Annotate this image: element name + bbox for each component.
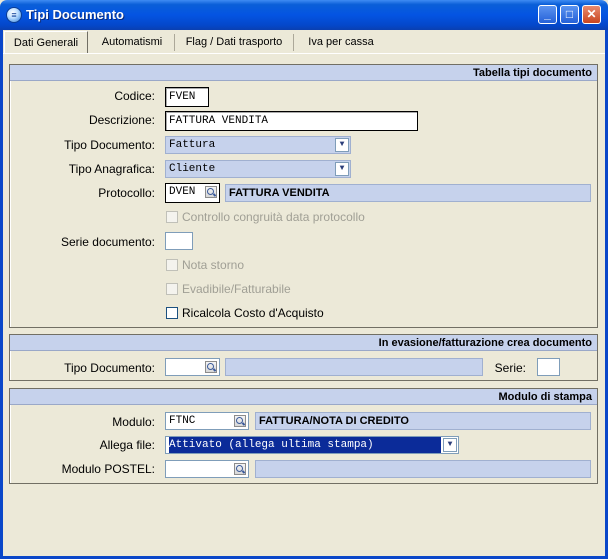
tab-dati-generali[interactable]: Dati Generali	[4, 31, 88, 53]
magnifier-icon[interactable]	[205, 361, 217, 373]
modulo-postel-description	[255, 460, 591, 478]
evasione-serie-label: Serie:	[494, 361, 526, 375]
tipo-documento-dropdown[interactable]: Fattura ▼	[165, 136, 351, 154]
magnifier-icon[interactable]	[234, 463, 246, 475]
magnifier-icon[interactable]	[205, 186, 217, 198]
tipo-documento-value: Fattura	[169, 139, 216, 151]
evasione-tipo-documento-lookup[interactable]	[165, 358, 220, 376]
window-title: Tipi Documento	[26, 7, 124, 22]
chevron-down-icon[interactable]: ▼	[443, 438, 457, 452]
modulo-label: Modulo:	[112, 415, 155, 429]
chevron-down-icon[interactable]: ▼	[335, 138, 349, 152]
maximize-button[interactable]: □	[560, 5, 579, 24]
allega-file-label: Allega file:	[99, 438, 155, 452]
modulo-postel-lookup[interactable]	[165, 460, 249, 478]
modulo-postel-label: Modulo POSTEL:	[61, 462, 155, 476]
protocollo-lookup[interactable]: DVEN	[165, 183, 220, 203]
evadibile-label: Evadibile/Fatturabile	[182, 282, 291, 296]
ricalcola-costo-checkbox[interactable]	[166, 307, 178, 319]
evasione-tipo-documento-label: Tipo Documento:	[64, 361, 155, 375]
tab-strip-line	[3, 53, 605, 54]
modulo-value: FTNC	[169, 415, 196, 427]
tab-flag-dati-trasporto[interactable]: Flag / Dati trasporto	[175, 31, 293, 53]
allega-file-value: Attivato (allega ultima stampa)	[169, 437, 441, 453]
tab-iva-per-cassa[interactable]: Iva per cassa	[294, 31, 388, 53]
controllo-congruita-label: Controllo congruità data protocollo	[182, 210, 365, 224]
section-header: In evasione/fatturazione crea documento	[10, 335, 597, 351]
window-border-left	[0, 30, 3, 559]
serie-documento-field[interactable]	[165, 232, 193, 250]
tab-automatismi[interactable]: Automatismi	[90, 31, 174, 53]
allega-file-dropdown[interactable]: Attivato (allega ultima stampa) ▼	[165, 436, 459, 454]
evasione-tipo-documento-description	[225, 358, 483, 376]
magnifier-icon[interactable]	[234, 415, 246, 427]
modulo-lookup[interactable]: FTNC	[165, 412, 249, 430]
modulo-description: FATTURA/NOTA DI CREDITO	[255, 412, 591, 430]
maximize-icon: □	[565, 7, 574, 21]
evasione-serie-field[interactable]	[537, 358, 560, 376]
app-icon[interactable]: ≡	[6, 7, 22, 23]
descrizione-label: Descrizione:	[88, 113, 155, 127]
evadibile-checkbox[interactable]	[166, 283, 178, 295]
descrizione-field[interactable]: FATTURA VENDITA	[165, 111, 418, 131]
section-header: Modulo di stampa	[10, 389, 597, 405]
close-icon: ✕	[586, 7, 597, 21]
tipo-anagrafica-dropdown[interactable]: Cliente ▼	[165, 160, 351, 178]
tipo-anagrafica-value: Cliente	[169, 163, 216, 175]
protocollo-label: Protocollo:	[98, 186, 155, 200]
protocollo-description: FATTURA VENDITA	[225, 184, 591, 202]
serie-documento-label: Serie documento:	[60, 235, 155, 249]
close-button[interactable]: ✕	[582, 5, 601, 24]
section-header: Tabella tipi documento	[10, 65, 597, 81]
minimize-button[interactable]: _	[538, 5, 557, 24]
tipo-anagrafica-label: Tipo Anagrafica:	[68, 162, 155, 176]
tipo-documento-label: Tipo Documento:	[64, 138, 155, 152]
nota-storno-label: Nota storno	[182, 258, 245, 272]
chevron-down-icon[interactable]: ▼	[335, 162, 349, 176]
codice-label: Codice:	[114, 89, 155, 103]
minimize-icon: _	[544, 7, 551, 21]
ricalcola-costo-label: Ricalcola Costo d'Acquisto	[182, 306, 324, 320]
protocollo-value: DVEN	[169, 186, 196, 198]
codice-field[interactable]: FVEN	[165, 87, 209, 107]
nota-storno-checkbox[interactable]	[166, 259, 178, 271]
controllo-congruita-checkbox[interactable]	[166, 211, 178, 223]
